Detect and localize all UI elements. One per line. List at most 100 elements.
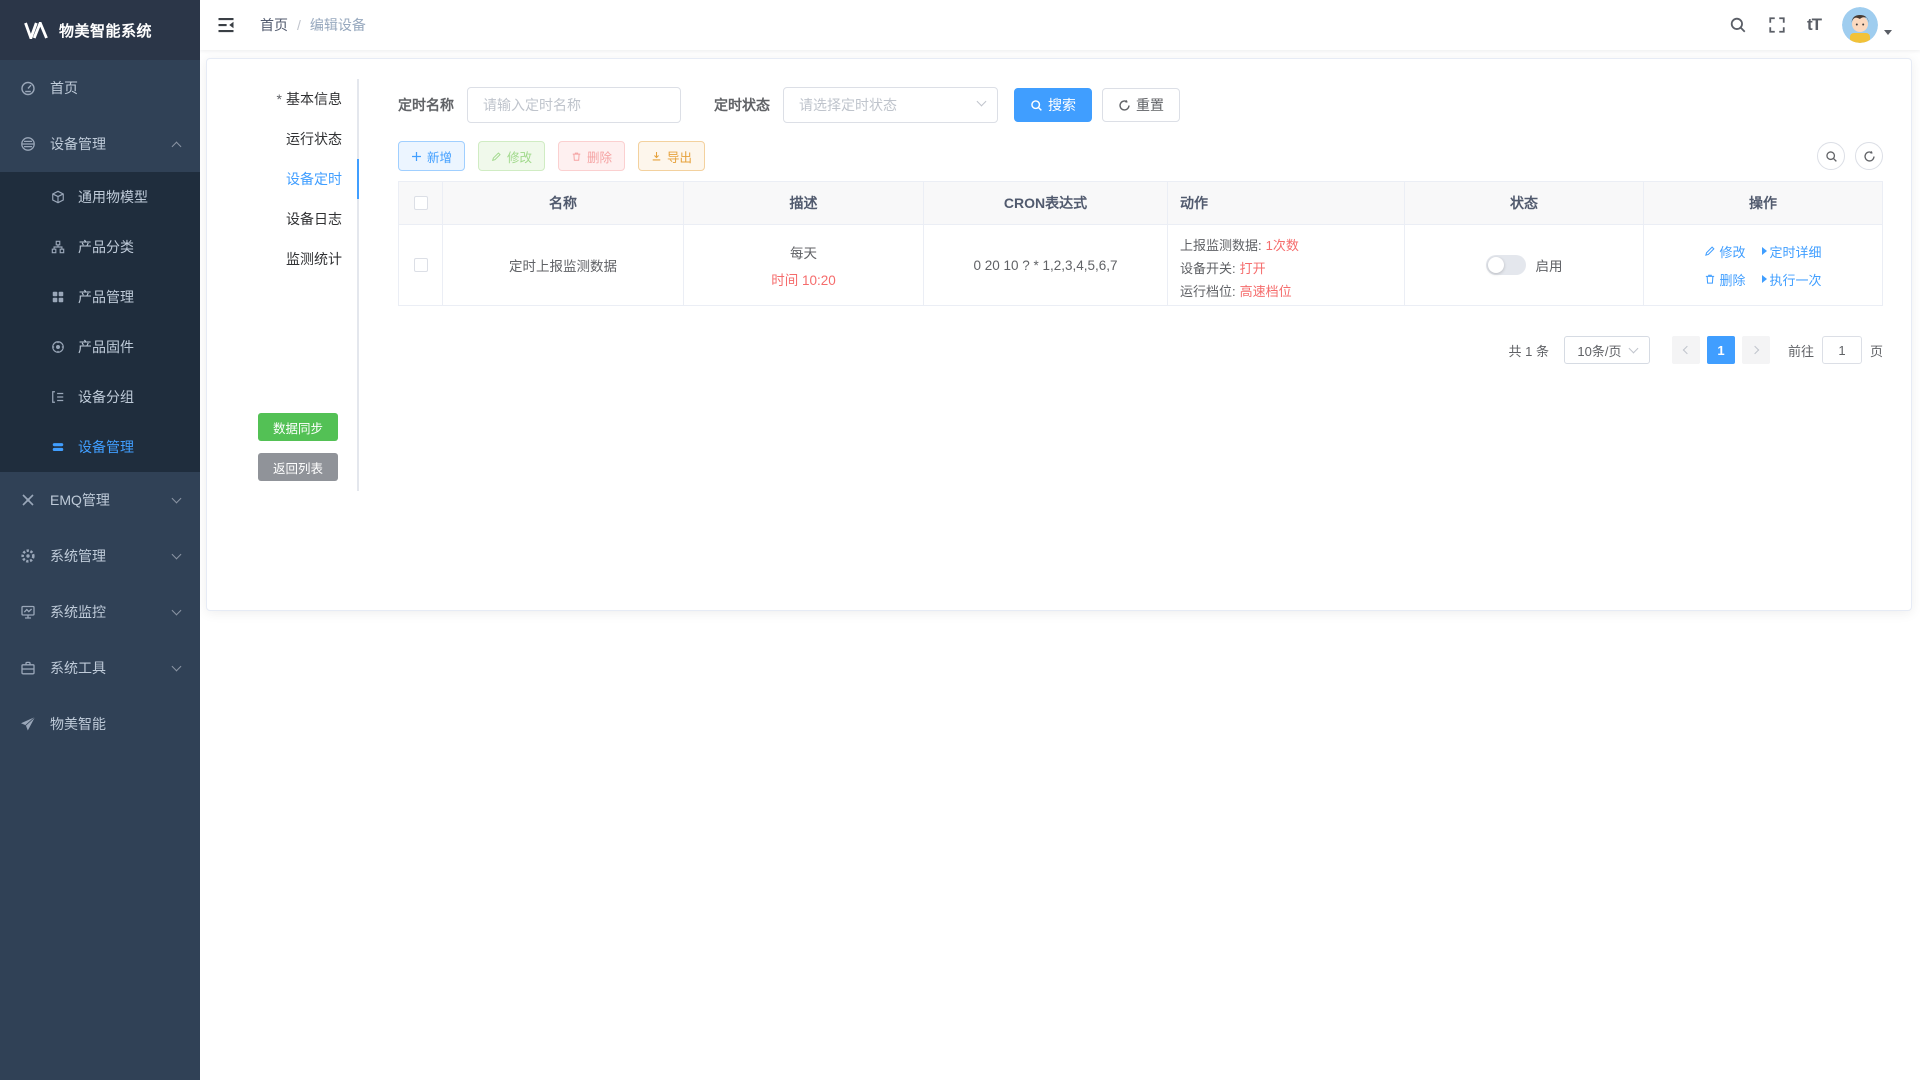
- trash-icon: [1704, 273, 1716, 285]
- sidebar-item-product-category[interactable]: 产品分类: [0, 222, 200, 272]
- sidebar-item-product-mgmt[interactable]: 产品管理: [0, 272, 200, 322]
- search-icon: [1030, 99, 1043, 112]
- trash-icon: [571, 151, 582, 162]
- breadcrumb-home[interactable]: 首页: [260, 15, 288, 35]
- sidebar-item-thing-model[interactable]: 通用物模型: [0, 172, 200, 222]
- sidebar: 物美智能系统 首页 设备管理 通用物模型 产品分类: [0, 0, 200, 1080]
- add-button[interactable]: 新增: [398, 141, 465, 171]
- sidebar-item-device-mgmt-sub[interactable]: 设备管理: [0, 422, 200, 472]
- tab-label: 设备日志: [286, 209, 342, 229]
- sidebar-item-home[interactable]: 首页: [0, 60, 200, 116]
- grid-icon: [50, 289, 66, 305]
- refresh-button[interactable]: [1855, 142, 1883, 170]
- refresh-icon: [1863, 150, 1876, 163]
- delete-button[interactable]: 删除: [558, 141, 625, 171]
- chevron-down-icon: [977, 97, 987, 107]
- font-size-icon[interactable]: tT: [1807, 15, 1821, 35]
- monitor-icon: [20, 604, 36, 620]
- export-button[interactable]: 导出: [638, 141, 705, 171]
- sidebar-item-label: EMQ管理: [50, 490, 173, 510]
- next-page-button[interactable]: [1742, 336, 1770, 364]
- avatar[interactable]: [1842, 7, 1878, 43]
- tab-label: 运行状态: [286, 129, 342, 149]
- back-to-list-button[interactable]: 返回列表: [258, 453, 338, 481]
- sidebar-item-label: 系统监控: [50, 602, 173, 622]
- gear-icon: [20, 548, 36, 564]
- sidebar-item-system-mgmt[interactable]: 系统管理: [0, 528, 200, 584]
- total-count: 共 1 条: [1509, 341, 1549, 360]
- action-value: 1次数: [1266, 235, 1299, 256]
- sidebar-item-emq[interactable]: EMQ管理: [0, 472, 200, 528]
- page-size-select[interactable]: 10条/页: [1564, 336, 1650, 364]
- chevron-down-icon: [172, 493, 182, 503]
- device-submenu: 通用物模型 产品分类 产品管理 产品固件 设备分组: [0, 172, 200, 472]
- desc-secondary: 时间 10:20: [771, 269, 836, 289]
- toggle-search-button[interactable]: [1817, 142, 1845, 170]
- sidebar-item-device-mgmt[interactable]: 设备管理: [0, 116, 200, 172]
- search-icon[interactable]: [1729, 16, 1747, 34]
- tab-active-indicator: [357, 159, 359, 199]
- emq-icon: [20, 492, 36, 508]
- status-toggle[interactable]: [1486, 255, 1526, 275]
- sidebar-item-label: 系统管理: [50, 546, 173, 566]
- cell-cron: 0 20 10 ? * 1,2,3,4,5,6,7: [924, 225, 1168, 305]
- bars-icon: [50, 439, 66, 455]
- sidebar-item-label: 系统工具: [50, 658, 173, 678]
- tab-label: 设备定时: [286, 169, 342, 189]
- sidebar-item-device-group[interactable]: 设备分组: [0, 372, 200, 422]
- app-title: 物美智能系统: [59, 20, 152, 41]
- user-menu[interactable]: [1842, 7, 1892, 43]
- row-modify-link[interactable]: 修改: [1704, 242, 1745, 261]
- paper-plane-icon: [20, 716, 36, 732]
- breadcrumb: 首页 / 编辑设备: [260, 15, 366, 35]
- reset-button[interactable]: 重置: [1102, 88, 1180, 122]
- fullscreen-icon[interactable]: [1768, 16, 1786, 34]
- sidebar-item-product-firmware[interactable]: 产品固件: [0, 322, 200, 372]
- filter-form: 定时名称 定时状态 请选择定时状态 搜索 重置: [398, 87, 1883, 123]
- required-mark: *: [277, 91, 282, 107]
- table-row: 定时上报监测数据 每天 时间 10:20 0 20 10 ? * 1,2,3,4…: [399, 225, 1882, 306]
- sidebar-item-label: 产品固件: [78, 337, 180, 357]
- tab-basic-info[interactable]: * 基本信息: [227, 79, 357, 119]
- sidebar-item-system-monitor[interactable]: 系统监控: [0, 584, 200, 640]
- tab-device-timer[interactable]: 设备定时: [227, 159, 357, 199]
- collapse-sidebar-icon[interactable]: [200, 0, 252, 50]
- sidebar-item-system-tools[interactable]: 系统工具: [0, 640, 200, 696]
- topbar-actions: tT: [1729, 7, 1920, 43]
- tab-run-status[interactable]: 运行状态: [227, 119, 357, 159]
- select-all-checkbox[interactable]: [414, 196, 428, 210]
- goto-page-input[interactable]: [1822, 336, 1862, 364]
- sidebar-item-wumei[interactable]: 物美智能: [0, 696, 200, 752]
- app-logo[interactable]: 物美智能系统: [0, 0, 200, 60]
- cube-icon: [50, 189, 66, 205]
- caret-right-icon: [1762, 275, 1767, 283]
- cell-status: 启用: [1405, 225, 1644, 305]
- tab-device-log[interactable]: 设备日志: [227, 199, 357, 239]
- search-button[interactable]: 搜索: [1014, 88, 1092, 122]
- page-unit-label: 页: [1870, 341, 1883, 360]
- row-delete-link[interactable]: 删除: [1704, 270, 1745, 289]
- sidebar-item-label: 产品管理: [78, 287, 180, 307]
- sidebar-item-label: 产品分类: [78, 237, 180, 257]
- current-page-button[interactable]: 1: [1707, 336, 1735, 364]
- timer-table: 名称 描述 CRON表达式 动作 状态 操作 定时上报监测数据 每天 时间 10…: [398, 181, 1883, 306]
- prev-page-button[interactable]: [1672, 336, 1700, 364]
- sidebar-item-label: 设备管理: [78, 437, 180, 457]
- logo-icon: [24, 22, 48, 39]
- search-icon: [1825, 150, 1838, 163]
- timer-name-input[interactable]: [467, 87, 681, 123]
- chevron-down-icon: [172, 605, 182, 615]
- pencil-icon: [491, 151, 502, 162]
- row-checkbox[interactable]: [414, 258, 428, 272]
- sidebar-item-label: 通用物模型: [78, 187, 180, 207]
- tab-monitor-stats[interactable]: 监测统计: [227, 239, 357, 279]
- row-timer-detail-link[interactable]: 定时详细: [1762, 242, 1822, 261]
- col-status: 状态: [1405, 182, 1644, 224]
- row-run-once-link[interactable]: 执行一次: [1762, 270, 1822, 289]
- modify-button[interactable]: 修改: [478, 141, 545, 171]
- data-sync-button[interactable]: 数据同步: [258, 413, 338, 441]
- table-tools: [1817, 142, 1883, 170]
- timer-status-select[interactable]: 请选择定时状态: [783, 87, 998, 123]
- device-sphere-icon: [20, 136, 36, 152]
- firmware-icon: [50, 339, 66, 355]
